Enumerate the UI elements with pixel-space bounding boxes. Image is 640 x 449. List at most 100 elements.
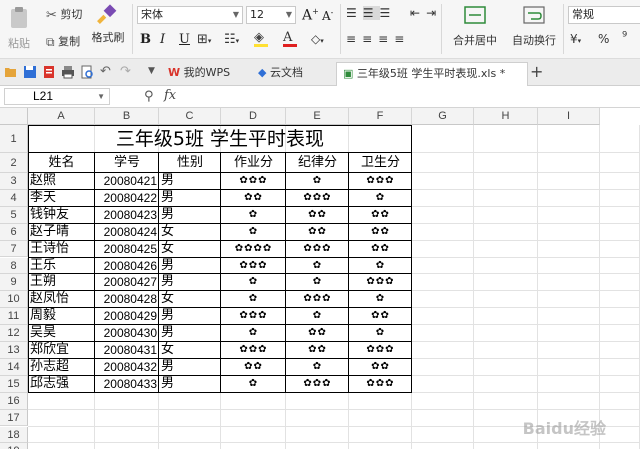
discipline-score-cell[interactable]: ✿✿ xyxy=(286,342,349,359)
discipline-score-cell[interactable]: ✿✿✿ xyxy=(286,291,349,308)
header-cell[interactable]: 纪律分 xyxy=(286,153,349,173)
insert-function-button[interactable]: fx xyxy=(164,88,176,103)
homework-score-cell[interactable]: ✿✿✿ xyxy=(221,258,286,275)
column-header-c[interactable]: C xyxy=(159,108,221,125)
homework-score-cell[interactable]: ✿✿✿✿ xyxy=(221,241,286,258)
discipline-score-cell[interactable]: ✿✿ xyxy=(286,207,349,224)
horizontal-align-group[interactable]: ≡≡≡≡ xyxy=(346,32,410,46)
format-painter-button[interactable]: 格式刷 xyxy=(90,4,126,45)
header-cell[interactable]: 学号 xyxy=(95,153,159,173)
name-cell[interactable]: 邱志强 xyxy=(28,376,95,393)
bold-button[interactable]: B xyxy=(140,32,151,47)
student-id-cell[interactable]: 20080422 xyxy=(95,190,159,207)
header-cell[interactable]: 姓名 xyxy=(28,153,95,173)
name-cell[interactable]: 王诗怡 xyxy=(28,241,95,258)
column-header-e[interactable]: E xyxy=(286,108,349,125)
open-folder-icon[interactable] xyxy=(4,65,18,79)
copy-button[interactable]: ⧉ 复制 xyxy=(46,33,80,50)
name-cell[interactable]: 赵凤怡 xyxy=(28,291,95,308)
hygiene-score-cell[interactable]: ✿✿ xyxy=(349,308,412,325)
row-header-12[interactable]: 12 xyxy=(0,325,28,342)
export-pdf-icon[interactable] xyxy=(42,65,56,79)
gender-cell[interactable]: 女 xyxy=(159,241,221,258)
discipline-score-cell[interactable]: ✿ xyxy=(286,173,349,190)
align-middle-icon[interactable]: ☰ xyxy=(362,6,380,20)
gender-cell[interactable]: 男 xyxy=(159,376,221,393)
row-header-15[interactable]: 15 xyxy=(0,375,28,393)
name-cell[interactable]: 周毅 xyxy=(28,308,95,325)
discipline-score-cell[interactable]: ✿✿✿ xyxy=(286,190,349,207)
border-button[interactable]: ⊞▾ xyxy=(197,32,211,47)
homework-score-cell[interactable]: ✿ xyxy=(221,207,286,224)
row-header-2[interactable]: 2 xyxy=(0,153,28,173)
gender-cell[interactable]: 男 xyxy=(159,308,221,325)
select-all-corner[interactable] xyxy=(0,108,28,125)
sheet-title[interactable]: 三年级5班 学生平时表现 xyxy=(28,125,412,153)
column-header-i[interactable]: I xyxy=(538,108,600,125)
row-header-19[interactable]: 19 xyxy=(0,443,28,449)
justify-icon[interactable]: ≡ xyxy=(394,32,410,46)
name-cell[interactable]: 郑欣宜 xyxy=(28,342,95,359)
discipline-score-cell[interactable]: ✿ xyxy=(286,308,349,325)
new-tab-button[interactable]: + xyxy=(530,62,543,81)
homework-score-cell[interactable]: ✿ xyxy=(221,274,286,291)
align-bottom-icon[interactable]: ☰ xyxy=(380,6,397,20)
student-id-cell[interactable]: 20080423 xyxy=(95,207,159,224)
currency-button[interactable]: ¥▾ xyxy=(570,32,581,46)
student-id-cell[interactable]: 20080432 xyxy=(95,359,159,376)
wrap-text-button[interactable]: 自动换行 xyxy=(508,5,560,48)
italic-button[interactable]: I xyxy=(160,32,165,47)
formula-input[interactable] xyxy=(190,88,636,105)
gender-cell[interactable]: 男 xyxy=(159,207,221,224)
indent-increase-icon[interactable]: ⇥ xyxy=(426,6,442,20)
row-header-14[interactable]: 14 xyxy=(0,358,28,376)
discipline-score-cell[interactable]: ✿✿ xyxy=(286,224,349,241)
header-cell[interactable]: 卫生分 xyxy=(349,153,412,173)
student-id-cell[interactable]: 20080426 xyxy=(95,258,159,275)
name-cell[interactable]: 赵照 xyxy=(28,173,95,190)
redo-button[interactable]: ↷ xyxy=(120,64,131,79)
name-cell[interactable]: 王朔 xyxy=(28,274,95,291)
hygiene-score-cell[interactable]: ✿✿ xyxy=(349,359,412,376)
discipline-score-cell[interactable]: ✿✿✿ xyxy=(286,376,349,393)
hygiene-score-cell[interactable]: ✿✿✿ xyxy=(349,376,412,393)
decrease-font-icon[interactable]: A- xyxy=(322,8,333,23)
discipline-score-cell[interactable]: ✿ xyxy=(286,274,349,291)
homework-score-cell[interactable]: ✿✿✿ xyxy=(221,173,286,190)
merge-center-button[interactable]: 合并居中 xyxy=(449,5,501,48)
quick-access-more[interactable]: ▼ xyxy=(148,66,155,76)
homework-score-cell[interactable]: ✿✿ xyxy=(221,359,286,376)
row-header-17[interactable]: 17 xyxy=(0,409,28,427)
indent-decrease-icon[interactable]: ⇤ xyxy=(410,6,426,20)
gender-cell[interactable]: 女 xyxy=(159,291,221,308)
tab-my-wps[interactable]: W 我的WPS xyxy=(162,62,248,86)
indent-group[interactable]: ⇤⇥ xyxy=(410,6,442,20)
align-center-icon[interactable]: ≡ xyxy=(362,32,378,46)
student-id-cell[interactable]: 20080424 xyxy=(95,224,159,241)
align-left-icon[interactable]: ≡ xyxy=(346,32,362,46)
hygiene-score-cell[interactable]: ✿ xyxy=(349,190,412,207)
cut-button[interactable]: ✂ 剪切 xyxy=(46,6,82,23)
number-format-select[interactable]: 常规 xyxy=(568,6,640,24)
hygiene-score-cell[interactable]: ✿✿✿ xyxy=(349,274,412,291)
student-id-cell[interactable]: 20080433 xyxy=(95,376,159,393)
comma-button[interactable]: ⁹ xyxy=(622,30,627,45)
student-id-cell[interactable]: 20080421 xyxy=(95,173,159,190)
hygiene-score-cell[interactable]: ✿ xyxy=(349,258,412,275)
tab-cloud-docs[interactable]: ◆ 云文档 xyxy=(252,62,332,86)
gender-cell[interactable]: 男 xyxy=(159,359,221,376)
discipline-score-cell[interactable]: ✿✿✿ xyxy=(286,241,349,258)
undo-button[interactable]: ↶ xyxy=(100,64,111,79)
homework-score-cell[interactable]: ✿ xyxy=(221,376,286,393)
row-header-3[interactable]: 3 xyxy=(0,173,28,190)
hygiene-score-cell[interactable]: ✿ xyxy=(349,325,412,342)
discipline-score-cell[interactable]: ✿✿ xyxy=(286,325,349,342)
student-id-cell[interactable]: 20080431 xyxy=(95,342,159,359)
column-header-h[interactable]: H xyxy=(474,108,538,125)
worksheet-grid[interactable]: ABCDEFGHI 12345678910111213141516171819 … xyxy=(0,108,640,449)
student-id-cell[interactable]: 20080430 xyxy=(95,325,159,342)
tab-active-file[interactable]: ▣ 三年级5班 学生平时表现.xls * xyxy=(336,62,528,86)
row-header-9[interactable]: 9 xyxy=(0,274,28,292)
homework-score-cell[interactable]: ✿ xyxy=(221,291,286,308)
homework-score-cell[interactable]: ✿✿ xyxy=(221,190,286,207)
